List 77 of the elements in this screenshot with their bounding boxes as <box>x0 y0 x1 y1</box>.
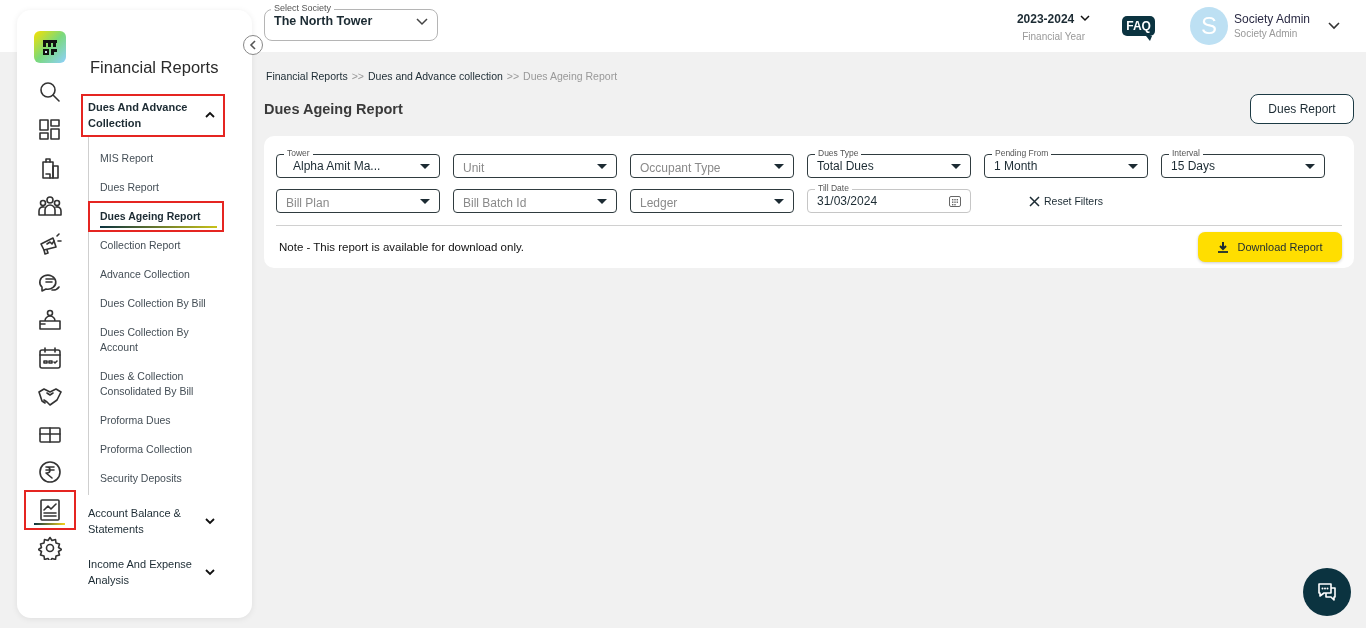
submenu-item[interactable]: MIS Report <box>89 144 223 173</box>
download-report-button[interactable]: Download Report <box>1198 232 1342 262</box>
app-logo[interactable] <box>34 31 66 63</box>
calendar-icon <box>38 346 62 370</box>
breadcrumb-link[interactable]: Dues and Advance collection <box>367 69 503 83</box>
caret-down-icon <box>597 198 607 204</box>
close-icon <box>1029 195 1041 207</box>
breadcrumb-separator: >> <box>351 69 364 83</box>
dropdown-field[interactable]: Dues Type Total Dues <box>807 148 971 178</box>
reset-filters-button[interactable]: Reset Filters <box>1025 193 1107 209</box>
submenu-item[interactable]: Dues Collection By Bill <box>89 289 223 318</box>
caret-down-icon <box>774 163 784 169</box>
search-icon <box>38 80 62 104</box>
dropdown-field[interactable]: Interval 15 Days <box>1161 148 1325 178</box>
calendar-icon <box>949 195 961 207</box>
submenu-item[interactable]: Dues Ageing Report <box>89 202 223 231</box>
reception-desk-icon <box>38 308 62 332</box>
user-name: Society Admin <box>1233 11 1310 27</box>
chevron-down-icon <box>1080 15 1091 22</box>
submenu-item[interactable]: Security Deposits <box>89 464 223 493</box>
chevron-left-icon <box>249 40 257 50</box>
user-role: Society Admin <box>1233 27 1299 41</box>
dashboard-icon <box>38 118 62 142</box>
menu-group[interactable]: Dues And Advance Collection <box>82 95 224 136</box>
dropdown-field[interactable]: Occupant Type <box>630 148 794 178</box>
speech-tail-icon <box>1145 36 1152 41</box>
sidebar-title: Financial Reports <box>90 58 220 77</box>
caret-down-icon <box>420 163 430 169</box>
chevron-down-icon <box>416 16 428 26</box>
chevron-down-icon <box>204 516 216 526</box>
dropdown-field[interactable]: Pending From 1 Month <box>984 148 1148 178</box>
caret-down-icon <box>420 198 430 204</box>
submenu-item[interactable]: Advance Collection <box>89 260 223 289</box>
report-chart-icon <box>38 498 62 522</box>
caret-down-icon <box>1128 163 1138 169</box>
submenu-item[interactable]: Collection Report <box>89 231 223 260</box>
date-field[interactable]: Till Date 31/03/2024 <box>807 183 971 213</box>
submenu-item[interactable]: Dues Report <box>89 173 223 202</box>
download-icon <box>1217 241 1228 253</box>
gear-icon <box>38 536 62 560</box>
note-text: Note - This report is available for download only. <box>279 241 525 253</box>
financial-year-caption: Financial Year <box>1022 30 1085 42</box>
menu-group[interactable]: Income And Expense Analysis <box>82 552 224 593</box>
user-menu-button[interactable] <box>1326 20 1342 32</box>
breadcrumb-current: Dues Ageing Report <box>523 69 618 83</box>
caret-down-icon <box>597 163 607 169</box>
logo-icon <box>42 38 58 56</box>
dropdown-field[interactable]: Bill Plan <box>276 183 440 213</box>
nav-rail-item[interactable] <box>25 491 75 529</box>
chevron-up-icon <box>204 110 216 120</box>
chevron-down-icon <box>204 567 216 577</box>
active-indicator <box>34 523 65 525</box>
caret-down-icon <box>774 198 784 204</box>
financial-year-select[interactable]: 2023-2024 <box>1016 10 1091 27</box>
submenu-item[interactable]: Dues Collection By Account <box>89 318 223 362</box>
breadcrumb-separator: >> <box>506 69 520 83</box>
chat-button[interactable] <box>1303 568 1351 616</box>
people-icon <box>38 194 62 218</box>
megaphone-icon <box>38 232 62 256</box>
dropdown-field[interactable]: Bill Batch Id <box>453 183 617 213</box>
society-select[interactable]: Select Society The North Tower <box>264 3 438 41</box>
submenu-item[interactable]: Dues & Collection Consolidated By Bill <box>89 362 223 406</box>
chat-bubbles-icon <box>1316 581 1338 603</box>
rupee-icon <box>38 460 62 484</box>
dropdown-field[interactable]: Unit <box>453 148 617 178</box>
caret-down-icon <box>1305 163 1315 169</box>
menu-group[interactable]: Account Balance & Statements <box>82 501 224 542</box>
chevron-down-icon <box>1328 22 1340 30</box>
caret-down-icon <box>951 163 961 169</box>
dropdown-field[interactable]: Ledger <box>630 183 794 213</box>
collapse-button[interactable] <box>243 35 263 55</box>
submenu-item[interactable]: Proforma Collection <box>89 435 223 464</box>
submenu-item[interactable]: Proforma Dues <box>89 406 223 435</box>
page-title: Dues Ageing Report <box>264 101 403 117</box>
dues-report-button[interactable]: Dues Report <box>1250 94 1354 124</box>
dropdown-field[interactable]: Tower Alpha Amit Ma... <box>276 148 440 178</box>
breadcrumb-link[interactable]: Financial Reports <box>266 69 348 83</box>
